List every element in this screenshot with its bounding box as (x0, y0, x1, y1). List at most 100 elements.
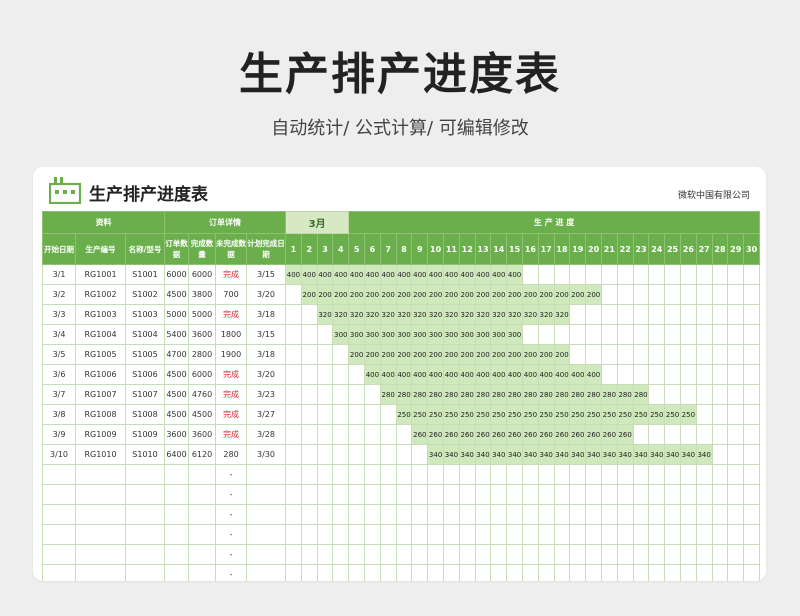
empty-cell[interactable] (600, 504, 618, 525)
empty-cell[interactable] (75, 484, 126, 505)
day-cell[interactable] (537, 264, 555, 285)
day-cell[interactable] (411, 444, 429, 465)
empty-cell[interactable] (632, 484, 650, 505)
day-cell[interactable] (679, 364, 697, 385)
cell-model[interactable]: S1001 (124, 264, 166, 285)
progress-cell[interactable]: 260 (427, 424, 444, 445)
day-cell[interactable] (743, 404, 760, 425)
progress-cell[interactable]: 280 (443, 384, 460, 405)
day-cell[interactable] (679, 424, 697, 445)
empty-cell[interactable] (458, 564, 476, 581)
day-cell[interactable] (679, 384, 697, 405)
empty-cell[interactable] (427, 484, 444, 505)
progress-cell[interactable]: 200 (395, 344, 413, 365)
day-cell[interactable] (679, 344, 697, 365)
empty-cell[interactable] (727, 504, 745, 525)
day-cell[interactable] (348, 404, 366, 425)
day-cell[interactable] (285, 344, 302, 365)
cell-done[interactable]: 6000 (188, 264, 217, 285)
cell-model[interactable]: S1003 (124, 304, 166, 325)
progress-cell[interactable]: 250 (648, 404, 666, 425)
progress-cell[interactable]: 200 (427, 344, 444, 365)
empty-cell[interactable] (395, 504, 413, 525)
progress-cell[interactable]: 200 (411, 284, 429, 305)
empty-cell[interactable] (364, 544, 381, 565)
progress-cell[interactable]: 250 (616, 404, 634, 425)
day-cell[interactable] (648, 364, 666, 385)
day-cell[interactable] (585, 324, 602, 345)
progress-cell[interactable]: 300 (364, 324, 381, 345)
progress-cell[interactable]: 320 (411, 304, 429, 325)
empty-cell[interactable] (316, 564, 334, 581)
progress-cell[interactable]: 400 (474, 264, 492, 285)
day-cell[interactable] (316, 444, 334, 465)
progress-cell[interactable]: 320 (537, 304, 555, 325)
day-cell[interactable] (600, 344, 618, 365)
empty-cell[interactable] (188, 544, 217, 565)
empty-cell[interactable] (427, 464, 444, 485)
empty-cell[interactable] (506, 504, 523, 525)
empty-cell[interactable] (458, 524, 476, 545)
day-cell[interactable] (379, 444, 397, 465)
day-cell[interactable] (348, 364, 366, 385)
empty-cell[interactable] (616, 544, 634, 565)
day-cell[interactable] (664, 324, 681, 345)
empty-cell[interactable] (411, 484, 429, 505)
cell-done[interactable]: 3600 (188, 424, 217, 445)
day-cell[interactable] (332, 384, 350, 405)
progress-cell[interactable]: 400 (364, 364, 381, 385)
day-cell[interactable] (679, 324, 697, 345)
progress-cell[interactable]: 250 (585, 404, 602, 425)
progress-cell[interactable]: 400 (537, 364, 555, 385)
day-cell[interactable] (727, 384, 745, 405)
progress-cell[interactable]: 260 (616, 424, 634, 445)
empty-cell[interactable] (648, 504, 666, 525)
empty-cell[interactable] (75, 544, 126, 565)
empty-cell[interactable] (348, 484, 366, 505)
cell-remain[interactable]: 完成 (215, 264, 248, 285)
empty-cell[interactable] (332, 544, 350, 565)
empty-cell[interactable] (332, 564, 350, 581)
day-cell[interactable] (521, 264, 539, 285)
progress-cell[interactable]: 200 (506, 344, 523, 365)
progress-cell[interactable]: 200 (553, 344, 571, 365)
day-cell[interactable] (711, 264, 729, 285)
day-cell[interactable] (743, 384, 760, 405)
day-cell[interactable] (664, 284, 681, 305)
day-cell[interactable] (727, 264, 745, 285)
day-cell[interactable] (632, 284, 650, 305)
day-cell[interactable] (648, 344, 666, 365)
day-cell[interactable] (569, 344, 587, 365)
progress-cell[interactable]: 260 (443, 424, 460, 445)
empty-cell[interactable] (490, 524, 508, 545)
empty-cell[interactable] (600, 484, 618, 505)
empty-cell[interactable] (569, 464, 587, 485)
empty-cell[interactable] (395, 524, 413, 545)
empty-cell[interactable] (348, 564, 366, 581)
progress-cell[interactable]: 250 (395, 404, 413, 425)
day-cell[interactable] (695, 264, 713, 285)
day-cell[interactable] (285, 364, 302, 385)
progress-cell[interactable]: 280 (521, 384, 539, 405)
empty-cell[interactable] (490, 464, 508, 485)
day-cell[interactable] (743, 304, 760, 325)
progress-cell[interactable]: 320 (490, 304, 508, 325)
progress-cell[interactable]: 260 (521, 424, 539, 445)
day-cell[interactable] (600, 364, 618, 385)
day-cell[interactable] (379, 404, 397, 425)
progress-cell[interactable]: 200 (458, 344, 476, 365)
empty-cell[interactable] (679, 544, 697, 565)
progress-cell[interactable]: 200 (521, 344, 539, 365)
day-cell[interactable] (364, 424, 381, 445)
day-cell[interactable] (616, 304, 634, 325)
progress-cell[interactable]: 300 (443, 324, 460, 345)
progress-cell[interactable]: 200 (537, 344, 555, 365)
day-cell[interactable] (395, 444, 413, 465)
cell-start[interactable]: 3/4 (42, 324, 76, 345)
progress-cell[interactable]: 400 (395, 264, 413, 285)
day-cell[interactable] (727, 304, 745, 325)
empty-cell[interactable] (379, 484, 397, 505)
progress-cell[interactable]: 340 (585, 444, 602, 465)
cell-start[interactable]: 3/9 (42, 424, 76, 445)
empty-cell[interactable] (427, 524, 444, 545)
